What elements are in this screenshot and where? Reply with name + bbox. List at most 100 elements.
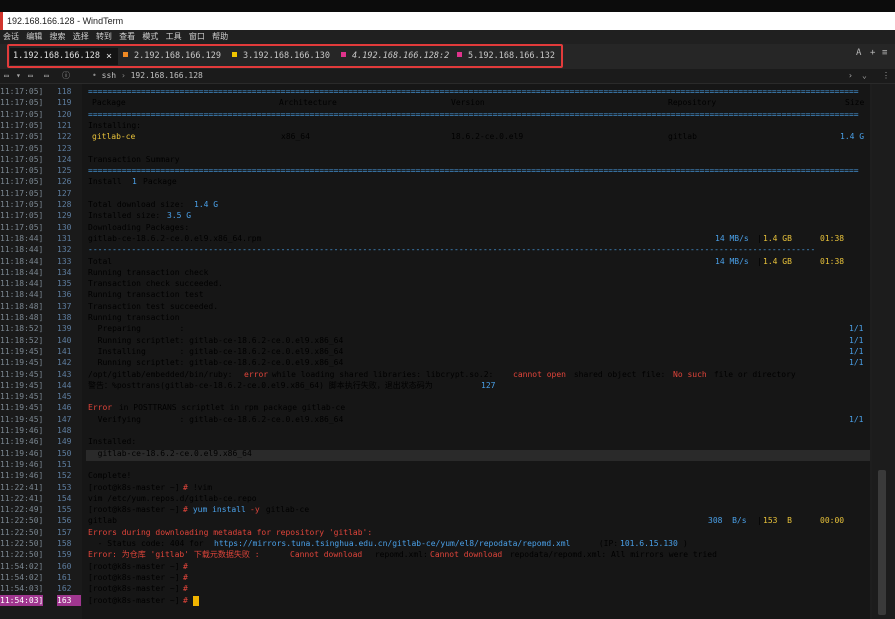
line-number: 126 — [57, 177, 72, 187]
line-timestamp: 11:18:44] — [0, 245, 44, 255]
terminal-text: Downloading Packages: — [88, 222, 190, 232]
terminal-text: ----------------------------------------… — [88, 245, 816, 255]
window-titlebar: 192.168.166.128 - WindTerm — [0, 12, 895, 30]
tab-menu-icon[interactable]: ≡ — [882, 48, 887, 58]
terminal-text: in POSTTRANS scriptlet in rpm package gi… — [114, 403, 346, 413]
window-title: 192.168.166.128 - WindTerm — [7, 16, 124, 26]
line-number: 124 — [57, 154, 72, 164]
line-number: 161 — [57, 572, 72, 582]
menu-select[interactable]: 选择 — [73, 30, 89, 44]
terminal-text: repomd.xml: — [370, 550, 433, 560]
breadcrumb-separator: › — [120, 71, 126, 80]
line-timestamp: 11:19:45] — [0, 380, 44, 390]
terminal-text: https://mirrors.tuna.tsinghua.edu.cn/git… — [214, 539, 571, 548]
line-timestamp: 11:17:05] — [0, 109, 44, 119]
line-timestamp: 11:17:05] — [0, 132, 44, 142]
line-timestamp: 11:18:44] — [0, 267, 44, 277]
terminal-line: 11:19:46] 152 Complete! — [0, 470, 870, 481]
terminal-text: Installed: — [88, 437, 137, 447]
terminal-line: 11:19:46] 148 — [0, 425, 870, 436]
terminal-line: 11:19:45] 142 Running scriptlet: gitlab-c… — [0, 357, 870, 368]
breadcrumb-ssh[interactable]: ssh — [102, 71, 116, 80]
line-number: 158 — [57, 539, 72, 548]
line-number: 138 — [57, 313, 72, 322]
terminal-text: Repository — [668, 98, 717, 108]
terminal-line: 11:54:02] 160 [root@k8s-master ~] # — [0, 561, 870, 572]
duplicate-session-icon[interactable]: ▭ — [28, 69, 33, 83]
split-session-icon[interactable]: ▭ — [44, 69, 49, 83]
line-timestamp: 11:54:03] — [0, 584, 44, 594]
font-size-icon[interactable]: A — [856, 48, 861, 58]
line-number: 159 — [57, 550, 72, 560]
terminal-text: # — [183, 572, 188, 582]
terminal-line: 11:22:41] 154 vim /etc/yum.repos.d/gitlab-… — [0, 493, 870, 504]
line-timestamp: 11:18:44] — [0, 233, 44, 243]
terminal-text: gitlab-ce — [261, 505, 310, 515]
terminal-line: 11:22:50] 157 Errors during downloading me… — [0, 527, 870, 538]
terminal-text: Package — [92, 98, 126, 108]
new-session-icon[interactable]: ▭ — [4, 69, 9, 83]
terminal-text: 127 — [481, 380, 496, 390]
terminal-text: Size — [845, 98, 865, 108]
line-number: 156 — [57, 516, 72, 526]
menu-edit[interactable]: 编辑 — [26, 30, 42, 44]
terminal-line: 11:54:02] 161 [root@k8s-master ~] # — [0, 572, 870, 583]
breadcrumb: • ssh › 192.168.166.128 — [92, 69, 203, 83]
terminal-text: gitlab — [668, 132, 697, 142]
line-timestamp: 11:22:50] — [0, 550, 44, 560]
dropdown-icon[interactable]: ▾ — [16, 69, 21, 83]
terminal-text: 1.4 GB — [763, 233, 792, 243]
terminal-text: 3.5 G — [167, 211, 192, 221]
terminal-line: 11:17:05] 119 Package Architecture Version Re… — [0, 97, 870, 108]
info-icon[interactable]: ⓘ — [62, 69, 70, 83]
line-number: 137 — [57, 301, 72, 311]
line-timestamp: 11:18:48] — [0, 313, 44, 322]
line-timestamp: 11:18:44] — [0, 279, 44, 289]
menu-session[interactable]: 会话 — [3, 30, 19, 44]
terminal-line: 11:18:48] 137 Transaction test succeeded. — [0, 301, 870, 312]
terminal-text: Version — [451, 98, 485, 108]
menu-view[interactable]: 查看 — [119, 30, 135, 44]
chevron-down-icon[interactable]: ⌄ — [862, 69, 867, 83]
terminal-text: Installing : gitlab-ce-18.6.2-ce.0.el9.x… — [88, 346, 344, 356]
line-number: 146 — [57, 403, 72, 413]
terminal-pane[interactable]: 11:17:05] 118 ============================… — [0, 84, 870, 619]
line-number: 123 — [57, 143, 72, 153]
line-number: 152 — [57, 471, 72, 481]
terminal-text: 1.4 GB — [763, 256, 792, 266]
terminal-text: [root@k8s-master ~] — [88, 595, 180, 605]
line-number: 140 — [57, 335, 72, 345]
terminal-text: Preparing : — [88, 324, 185, 334]
more-icon[interactable]: ⋮ — [882, 69, 890, 83]
terminal-line: 11:17:05] 124 Transaction Summary — [0, 154, 870, 165]
new-tab-icon[interactable]: + — [870, 48, 875, 58]
terminal-line: 11:18:44] 135 Transaction check succeeded. — [0, 278, 870, 289]
terminal-text: [root@k8s-master ~] — [88, 505, 180, 515]
terminal-text: 18.6.2-ce.0.el9 — [451, 132, 524, 142]
menu-mode[interactable]: 模式 — [142, 30, 158, 44]
chevron-right-icon[interactable]: › — [848, 69, 853, 83]
line-timestamp: 11:19:46] — [0, 459, 44, 469]
line-timestamp: 11:54:03] — [0, 594, 44, 606]
scrollbar-thumb[interactable] — [878, 470, 886, 615]
line-timestamp: 11:19:45] — [0, 403, 44, 413]
line-timestamp: 11:17:05] — [0, 200, 44, 209]
menu-search[interactable]: 搜索 — [49, 30, 65, 44]
line-timestamp: 11:19:46] — [0, 448, 44, 458]
terminal-text: 1/1 — [849, 324, 864, 334]
menu-help[interactable]: 帮助 — [212, 30, 228, 44]
menu-window[interactable]: 窗口 — [189, 30, 205, 44]
menu-goto[interactable]: 转到 — [96, 30, 112, 44]
terminal-text: -y — [250, 505, 260, 515]
line-timestamp: 11:19:45] — [0, 358, 44, 368]
terminal-line: 11:18:44] 133 Total 14 MB/s | 1.4 GB 01:38 — [0, 256, 870, 267]
terminal-line: 11:19:45] 146 Error in POSTTRANS scriptlet… — [0, 402, 870, 413]
terminal-text: Cannot download — [430, 550, 503, 560]
terminal-line: 11:54:03] 163 [root@k8s-master ~] # — [0, 594, 870, 606]
terminal-text: while loading shared libraries: libcrypt… — [267, 369, 499, 379]
line-timestamp: 11:17:05] — [0, 188, 44, 198]
session-toolbar: ▭ ▾ ▭ ▭ ⓘ • ssh › 192.168.166.128 › ⌄ ⋮ — [0, 69, 895, 84]
breadcrumb-host[interactable]: 192.168.166.128 — [131, 71, 203, 80]
menu-tools[interactable]: 工具 — [166, 30, 182, 44]
terminal-text: [root@k8s-master ~] — [88, 584, 180, 594]
